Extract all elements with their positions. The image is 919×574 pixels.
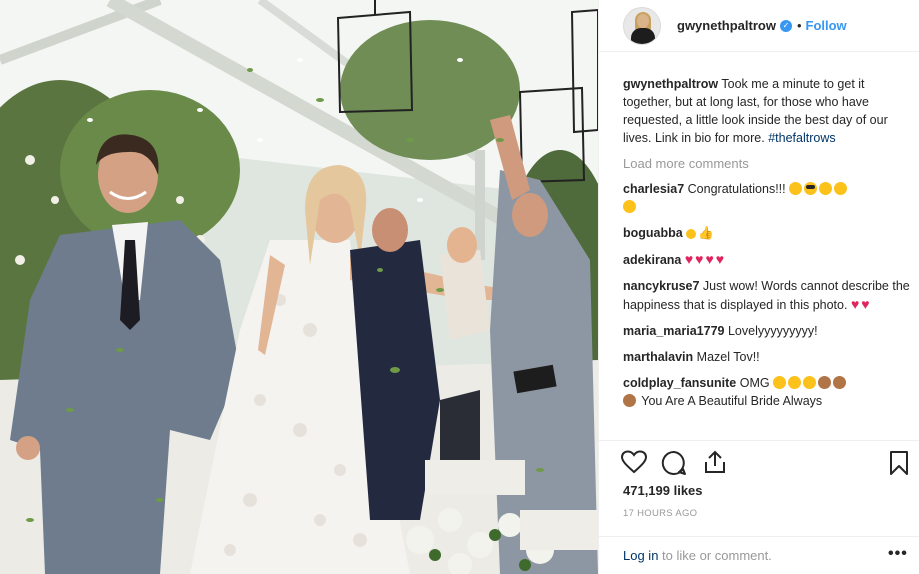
heart-emoji-icon: ♥ bbox=[715, 251, 725, 267]
likes-count[interactable]: 471,199 likes bbox=[623, 483, 703, 498]
comment-item: marthalavin Mazel Tov!! bbox=[623, 348, 913, 366]
bookmark-icon[interactable] bbox=[889, 450, 909, 481]
heart-emoji-icon: ♥ bbox=[850, 296, 860, 312]
comment-username[interactable]: boguabba bbox=[623, 226, 683, 240]
comment-username[interactable]: adekirana bbox=[623, 253, 681, 267]
login-footer: Log in to like or comment. ••• bbox=[599, 536, 919, 574]
heart-emoji-icon: ♥ bbox=[695, 251, 704, 267]
comment-item: nancykruse7 Just wow! Words cannot descr… bbox=[623, 277, 913, 314]
comment-username[interactable]: maria_maria1779 bbox=[623, 324, 724, 338]
comment-text: Lovelyyyyyyyyy! bbox=[727, 324, 818, 338]
sunglasses-emoji-icon bbox=[804, 182, 818, 195]
comment-item: charlesia7 Congratulations!!! bbox=[623, 180, 913, 216]
comments-list: gwynethpaltrow Took me a minute to get i… bbox=[623, 75, 913, 410]
wedding-photo-illustration bbox=[0, 0, 598, 574]
face-emoji-icon bbox=[833, 376, 847, 389]
comment-username[interactable]: coldplay_fansunite bbox=[623, 376, 736, 390]
follow-button[interactable]: Follow bbox=[806, 18, 847, 33]
comment-item: coldplay_fansunite OMG You Are A Beautif… bbox=[623, 374, 913, 410]
comment-item: maria_maria1779 Lovelyyyyyyyyy! bbox=[623, 322, 913, 340]
caption-username[interactable]: gwynethpaltrow bbox=[623, 77, 718, 91]
grinning-emoji-icon bbox=[789, 182, 803, 195]
separator-dot: • bbox=[796, 18, 802, 33]
comment-text: Congratulations!!! bbox=[687, 182, 786, 196]
comment-username[interactable]: marthalavin bbox=[623, 350, 693, 364]
avatar[interactable] bbox=[623, 6, 661, 45]
hugging-emoji-icon bbox=[819, 182, 833, 195]
clapping-emoji-icon bbox=[623, 394, 636, 407]
comment-username[interactable]: charlesia7 bbox=[623, 182, 684, 196]
more-options-icon[interactable]: ••• bbox=[888, 545, 908, 563]
caption-hashtag[interactable]: #thefaltrows bbox=[768, 131, 835, 145]
heart-eyes-emoji-icon bbox=[788, 376, 802, 389]
post-panel: gwynethpaltrow ✓ • Follow gwynethpaltrow… bbox=[598, 0, 919, 574]
heart-emoji-icon: ♥ bbox=[861, 296, 870, 312]
comment-text: Mazel Tov!! bbox=[696, 350, 760, 364]
load-more-comments-button[interactable]: Load more comments bbox=[623, 156, 913, 171]
hugging-emoji-icon bbox=[623, 200, 636, 213]
comment-username[interactable]: nancykruse7 bbox=[623, 279, 699, 293]
login-link[interactable]: Log in bbox=[623, 548, 658, 563]
post-timestamp: 17 HOURS AGO bbox=[623, 508, 698, 519]
header-username[interactable]: gwynethpaltrow bbox=[677, 18, 776, 33]
heart-icon[interactable] bbox=[620, 450, 648, 479]
smiley-emoji-icon bbox=[686, 229, 697, 239]
comment-item: boguabba 👍 bbox=[623, 224, 913, 242]
post-caption: gwynethpaltrow Took me a minute to get i… bbox=[623, 75, 913, 147]
thumbs-up-emoji-icon: 👍 bbox=[698, 226, 714, 240]
heart-emoji-icon: ♥ bbox=[705, 251, 714, 267]
crying-emoji-icon bbox=[773, 376, 787, 389]
login-text: to like or comment. bbox=[662, 548, 772, 563]
comment-text-continued: You Are A Beautiful Bride Always bbox=[641, 394, 823, 408]
comment-item: adekirana ♥ ♥ ♥ ♥ bbox=[623, 250, 913, 269]
verified-badge-icon: ✓ bbox=[779, 19, 792, 32]
share-icon[interactable] bbox=[703, 450, 727, 479]
hands-over-face-emoji-icon bbox=[818, 376, 832, 389]
post-header: gwynethpaltrow ✓ • Follow bbox=[599, 0, 919, 52]
heart-emoji-icon: ♥ bbox=[684, 251, 694, 267]
login-prompt: Log in to like or comment. bbox=[623, 548, 772, 563]
hugging-emoji-icon bbox=[834, 182, 848, 195]
comment-text: OMG bbox=[739, 376, 770, 390]
action-bar bbox=[599, 440, 919, 480]
heart-eyes-emoji-icon bbox=[803, 376, 817, 389]
comment-icon[interactable] bbox=[661, 450, 687, 481]
post-photo[interactable] bbox=[0, 0, 598, 574]
